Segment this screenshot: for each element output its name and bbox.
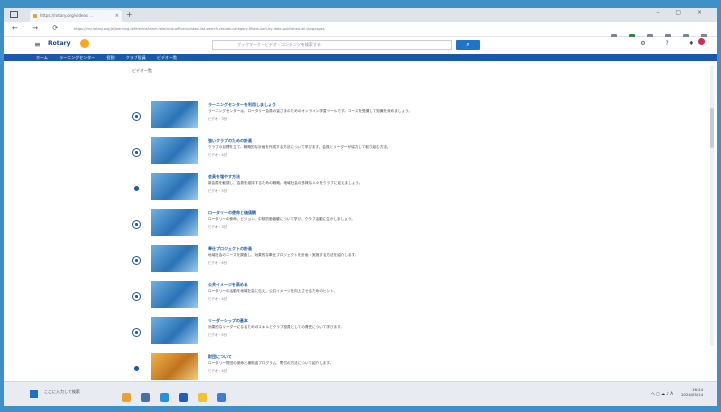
help-icon[interactable]: ? (666, 40, 678, 47)
app-icon[interactable] (179, 393, 189, 402)
menu-icon[interactable]: ≡ (34, 40, 41, 49)
logo[interactable]: Rotary (48, 40, 71, 47)
item-title[interactable]: 強いクラブのための計画 (208, 138, 252, 144)
breadcrumb-item[interactable]: クラブ役員 (126, 55, 146, 60)
app-icon[interactable] (217, 393, 227, 402)
item-meta: ビデオ・5分 (208, 189, 228, 193)
taskbar-search[interactable]: ここに入力して検索 (44, 389, 80, 395)
video-thumbnail[interactable] (151, 209, 198, 236)
minimize-button[interactable]: – (656, 9, 666, 16)
item-title[interactable]: リーダーシップの基本 (208, 318, 248, 324)
app-icon[interactable] (122, 393, 131, 402)
nav-buttons: ← → ⟳ (12, 24, 64, 32)
item-meta: ビデオ・3分 (208, 225, 228, 229)
play-icon[interactable] (132, 292, 141, 301)
item-meta: ビデオ・4分 (208, 153, 228, 157)
play-icon[interactable] (132, 112, 141, 121)
item-description: 効果的なリーダーになるためのスキルとクラブ役員としての責任について学びます。 (208, 325, 344, 329)
item-meta: ビデオ・3分 (208, 117, 228, 121)
maximize-button[interactable]: ▢ (675, 9, 688, 16)
item-description: ラーニングセンターは、ロータリー会員の皆さまのためのオンライン学習ツールです。コ… (208, 109, 412, 113)
favicon-icon (33, 14, 37, 18)
item-description: ロータリー財団の使命と補助金プログラム、寄付の方法について紹介します。 (208, 361, 334, 365)
item-description: 地域社会のニーズを調査し、効果的な奉仕プロジェクトを計画・実施する方法を紹介しま… (208, 253, 359, 257)
video-thumbnail[interactable] (151, 137, 198, 164)
forward-button[interactable]: → (32, 24, 44, 32)
clock[interactable]: 16:24 2024/05/14 (681, 387, 703, 397)
app-icon[interactable] (141, 393, 151, 402)
tab-title: https://rotary.org/videos ... (40, 13, 94, 18)
tab-close-button[interactable]: × (115, 10, 119, 22)
play-icon[interactable] (132, 148, 141, 157)
video-thumbnail[interactable] (151, 353, 198, 380)
item-meta: ビデオ・4分 (208, 297, 228, 301)
breadcrumb-item[interactable]: ホーム (36, 55, 48, 60)
item-description: ロータリーの活動を地域社会に伝え、公共イメージを向上させるためのヒント。 (208, 289, 338, 293)
video-thumbnail[interactable] (151, 245, 198, 272)
item-meta: ビデオ・6分 (208, 261, 228, 265)
list-item[interactable]: 公共イメージを高める ロータリーの活動を地域社会に伝え、公共イメージを向上させる… (4, 280, 717, 316)
clock-date: 2024/05/14 (681, 392, 703, 397)
video-thumbnail[interactable] (151, 101, 198, 128)
video-thumbnail[interactable] (151, 317, 198, 344)
play-icon[interactable] (134, 366, 139, 371)
search-button[interactable]: ⌕ (456, 40, 480, 50)
tab-actions-icon[interactable] (10, 11, 18, 18)
item-title[interactable]: ロータリーの使命と価値観 (208, 210, 256, 216)
item-description: クラブの目標を立て、戦略的な計画を作成する方法について学びます。会員とリーダーが… (208, 145, 391, 149)
item-title[interactable]: 奉仕プロジェクトの計画 (208, 246, 252, 252)
window-controls[interactable]: – ▢ × (656, 9, 709, 16)
list-item[interactable]: 強いクラブのための計画 クラブの目標を立て、戦略的な計画を作成する方法について学… (4, 136, 717, 172)
video-thumbnail[interactable] (151, 281, 198, 308)
item-title[interactable]: ラーニングセンターを利用しましょう (208, 102, 276, 108)
browser-app-icon[interactable] (160, 393, 170, 402)
browser-window: https://rotary.org/videos ... × + – ▢ × … (4, 8, 717, 406)
breadcrumb-item: ビデオ一覧 (157, 55, 178, 60)
new-tab-button[interactable]: + (126, 10, 133, 20)
start-button[interactable] (30, 390, 38, 398)
item-description: 新会員を勧誘し、会員を維持するための戦略。地域社会の多様な人々をクラブに迎えまし… (208, 181, 363, 185)
breadcrumb: ホーム ラーニングセンター 役割 クラブ役員 ビデオ一覧 (4, 54, 717, 61)
browser-tab[interactable]: https://rotary.org/videos ... × (30, 10, 122, 22)
back-button[interactable]: ← (12, 24, 24, 32)
play-icon[interactable] (132, 328, 141, 337)
video-thumbnail[interactable] (151, 173, 198, 200)
play-icon[interactable] (132, 220, 141, 229)
url-field[interactable]: https://my.rotary.org/ja/learning-refere… (74, 25, 574, 33)
system-tray[interactable]: へ ▢ ☁ ♪ A (651, 391, 673, 397)
reload-button[interactable]: ⟳ (52, 24, 64, 32)
breadcrumb-item[interactable]: 役割 (106, 55, 114, 60)
list-item[interactable]: ラーニングセンターを利用しましょう ラーニングセンターは、ロータリー会員の皆さま… (4, 100, 717, 136)
site-header: ≡ Rotary ブックマーク・ビデオ・コンテンツを検索する ⌕ ⚙ ? ♦ (4, 37, 717, 53)
close-window-button[interactable]: × (697, 9, 709, 16)
item-meta: ビデオ・4分 (208, 369, 228, 373)
taskbar-apps (122, 387, 231, 406)
taskbar: ここに入力して検索 へ ▢ ☁ ♪ A 16:24 2024/05/14 (4, 381, 717, 406)
notification-badge[interactable] (698, 38, 705, 45)
item-title[interactable]: 公共イメージを高める (208, 282, 248, 288)
item-title[interactable]: 財団について (208, 354, 232, 360)
breadcrumb-item[interactable]: ラーニングセンター (59, 55, 95, 60)
address-bar: ← → ⟳ https://my.rotary.org/ja/learning-… (4, 22, 717, 40)
item-title[interactable]: 会員を増やす方法 (208, 174, 240, 180)
folder-icon[interactable] (198, 393, 208, 402)
scrollbar-thumb[interactable] (710, 108, 714, 148)
item-meta: ビデオ・5分 (208, 333, 228, 337)
header-icons: ⚙ ? ♦ (640, 40, 703, 47)
play-icon[interactable] (132, 256, 141, 265)
play-icon[interactable] (134, 186, 139, 191)
tab-strip: https://rotary.org/videos ... × + – ▢ × (4, 8, 717, 22)
list-item[interactable]: ロータリーの使命と価値観 ロータリーの使命、ビジョン、中核的価値観について学び、… (4, 208, 717, 244)
list-item[interactable]: 会員を増やす方法 新会員を勧誘し、会員を維持するための戦略。地域社会の多様な人々… (4, 172, 717, 208)
page-subtitle: ビデオ一覧 (132, 68, 152, 73)
item-description: ロータリーの使命、ビジョン、中核的価値観について学び、クラブ活動に生かしましょう… (208, 217, 355, 221)
list-item[interactable]: 奉仕プロジェクトの計画 地域社会のニーズを調査し、効果的な奉仕プロジェクトを計画… (4, 244, 717, 280)
search-input[interactable]: ブックマーク・ビデオ・コンテンツを検索する (212, 40, 452, 50)
settings-icon[interactable]: ⚙ (640, 40, 654, 47)
rotary-wheel-icon (80, 39, 89, 48)
list-item[interactable]: リーダーシップの基本 効果的なリーダーになるためのスキルとクラブ役員としての責任… (4, 316, 717, 352)
